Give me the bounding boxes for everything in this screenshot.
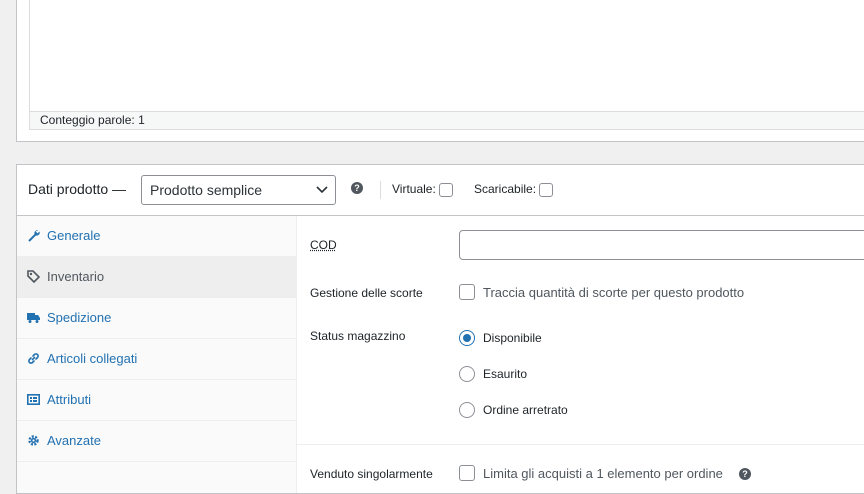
tab-label: Spedizione	[47, 310, 112, 325]
product-type-select[interactable]: Prodotto semplice	[141, 175, 336, 205]
tab-attributes[interactable]: Attributi	[17, 380, 297, 421]
chevron-down-icon	[316, 186, 328, 194]
tab-label: Avanzate	[47, 433, 101, 448]
sold-individually-option: Limita gli acquisti a 1 elemento per ord…	[483, 466, 723, 481]
stock-status-outofstock-label: Esaurito	[483, 367, 528, 381]
link-icon	[28, 353, 39, 364]
downloadable-label-text: Scaricabile:	[474, 182, 537, 196]
content-editor[interactable]: Conteggio parole: 1	[29, 0, 864, 130]
stock-status-instock-radio[interactable]	[459, 330, 475, 346]
stock-status-backorder-label: Ordine arretrato	[483, 403, 568, 417]
downloadable-checkbox[interactable]	[539, 182, 554, 197]
stock-status-backorder-radio[interactable]	[459, 402, 475, 418]
sku-input[interactable]	[459, 230, 864, 260]
gear-icon	[28, 435, 39, 446]
sold-individually-label: Venduto singolarmente	[310, 467, 433, 481]
virtual-checkbox-label: Virtuale:	[392, 182, 454, 197]
stock-status-instock-label: Disponibile	[483, 331, 542, 345]
editor-status-bar: Conteggio parole: 1	[30, 111, 864, 129]
sku-label: COD	[310, 238, 337, 252]
help-icon[interactable]: ?	[351, 182, 363, 194]
word-count: Conteggio parole: 1	[40, 113, 145, 127]
product-data-tabs: Generale Inventario Spedizione Articoli …	[17, 216, 297, 493]
panel-divider	[297, 444, 864, 445]
inventory-panel: COD Gestione delle scorte Traccia quanti…	[297, 216, 864, 493]
product-type-value: Prodotto semplice	[150, 182, 263, 198]
virtual-checkbox[interactable]	[439, 182, 454, 197]
stock-status-outofstock-radio[interactable]	[459, 366, 475, 382]
list-icon	[27, 393, 40, 405]
stock-management-option: Traccia quantità di scorte per questo pr…	[483, 285, 745, 300]
sold-individually-checkbox[interactable]	[459, 465, 475, 481]
tab-label: Generale	[47, 228, 101, 243]
product-data-box: Dati prodotto — Prodotto semplice ? Virt…	[16, 164, 864, 494]
tab-linked-products[interactable]: Articoli collegati	[17, 339, 297, 380]
tab-advanced[interactable]: Avanzate	[17, 421, 297, 462]
tab-general[interactable]: Generale	[17, 216, 297, 257]
stock-management-label: Gestione delle scorte	[310, 286, 423, 300]
tab-label: Attributi	[47, 392, 92, 407]
help-icon[interactable]: ?	[739, 468, 751, 480]
header-separator	[380, 181, 381, 199]
stock-management-checkbox[interactable]	[459, 284, 475, 300]
tab-label: Inventario	[47, 269, 105, 284]
downloadable-checkbox-label: Scaricabile:	[474, 182, 554, 197]
truck-icon	[27, 313, 40, 323]
wrench-icon	[28, 230, 40, 242]
tab-shipping[interactable]: Spedizione	[17, 298, 297, 339]
tab-label: Articoli collegati	[47, 351, 138, 366]
product-data-header: Dati prodotto — Prodotto semplice ? Virt…	[17, 165, 864, 216]
stock-status-label: Status magazzino	[310, 329, 406, 343]
tab-inventory[interactable]: Inventario	[17, 257, 297, 298]
product-data-title: Dati prodotto —	[28, 181, 127, 197]
virtual-label-text: Virtuale:	[392, 182, 436, 196]
tag-icon	[27, 270, 40, 283]
